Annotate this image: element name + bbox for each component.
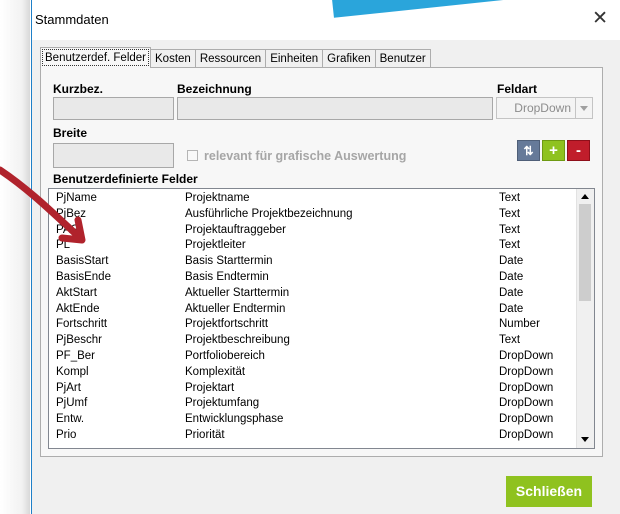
list-item[interactable]: Prio Priorität DropDown (49, 429, 577, 441)
field-description: Entwicklungsphase (185, 413, 284, 426)
field-description: Projektauftraggeber (185, 223, 287, 236)
field-type: DropDown (499, 381, 554, 394)
window-title: Stammdaten (35, 12, 109, 27)
field-type: Date (499, 286, 524, 299)
add-field-button[interactable]: + (542, 140, 565, 161)
field-type: Text (499, 223, 521, 236)
tab-benutzer[interactable]: Benutzer (374, 49, 431, 68)
field-description: Komplexität (185, 365, 246, 378)
field-shortname: AktEnde (56, 302, 100, 315)
tab-grafiken[interactable]: Grafiken (322, 49, 376, 68)
list-item[interactable]: AktEnde Aktueller Endtermin Date (49, 303, 577, 315)
feldart-value: DropDown (514, 101, 571, 115)
field-shortname: Kompl (56, 365, 89, 378)
tab-einheiten[interactable]: Einheiten (265, 49, 324, 68)
field-description: Projektbeschreibung (185, 334, 290, 347)
tab-benutzerdef-felder[interactable]: Benutzerdef. Felder (40, 47, 152, 68)
field-type: Date (499, 255, 524, 268)
tab-kosten[interactable]: Kosten (150, 49, 196, 68)
field-shortname: PjUmf (56, 397, 88, 410)
field-shortname: Fortschritt (56, 318, 108, 331)
chevron-down-icon[interactable] (575, 98, 592, 118)
sort-button[interactable]: ⇅ (517, 140, 540, 161)
field-shortname: BasisEnde (56, 271, 111, 283)
list-item[interactable]: PjUmf Projektumfang DropDown (49, 397, 577, 409)
feldart-label: Feldart (497, 82, 538, 96)
list-item[interactable]: Entw. Entwicklungsphase DropDown (49, 413, 577, 425)
field-description: Portfoliobereich (185, 350, 265, 362)
stammdaten-dialog: Stammdaten ✕ Benutzerdef. Felder Kosten … (31, 0, 620, 514)
field-type: Date (499, 271, 524, 283)
field-shortname: Prio (56, 429, 77, 441)
field-description: Aktueller Starttermin (185, 286, 290, 299)
field-description: Projektfortschritt (185, 318, 269, 331)
tab-panel: Kurzbez. Bezeichnung Feldart DropDown Br… (40, 67, 603, 457)
field-shortname: AktStart (56, 286, 97, 299)
list-item[interactable]: PF_Ber Portfoliobereich DropDown (49, 350, 577, 362)
title-bar: Stammdaten ✕ (32, 0, 620, 40)
list-item[interactable]: AktStart Aktueller Starttermin Date (49, 287, 577, 299)
field-type: DropDown (499, 365, 554, 378)
list-item[interactable]: BasisEnde Basis Endtermin Date (49, 271, 577, 283)
schliessen-button[interactable]: Schließen (506, 476, 592, 507)
tab-ressourcen[interactable]: Ressourcen (194, 49, 267, 68)
feldart-select[interactable]: DropDown (496, 97, 593, 119)
kurzbez-label: Kurzbez. (53, 82, 104, 96)
field-shortname: PF_Ber (56, 350, 95, 362)
scroll-down-icon[interactable] (581, 437, 589, 442)
list-item[interactable]: Kompl Komplexität DropDown (49, 366, 577, 378)
field-description: Ausführliche Projektbezeichnung (185, 207, 353, 220)
field-type: DropDown (499, 429, 554, 441)
field-description: Basis Endtermin (185, 271, 269, 283)
relevant-checkbox[interactable] (187, 150, 198, 161)
list-item[interactable]: PAG Projektauftraggeber Text (49, 224, 577, 236)
field-description: Basis Starttermin (185, 255, 273, 268)
bezeichnung-field[interactable] (177, 97, 493, 120)
field-shortname: PjArt (56, 381, 81, 394)
field-description: Aktueller Endtermin (185, 302, 286, 315)
pointer-arrow-icon (0, 166, 86, 244)
field-shortname: Entw. (56, 413, 85, 426)
field-shortname: PjBeschr (56, 334, 103, 347)
field-type: Date (499, 302, 524, 315)
field-type: Text (499, 207, 521, 220)
field-type: DropDown (499, 413, 554, 426)
field-type: Number (499, 318, 540, 331)
field-type: Text (499, 192, 521, 204)
field-description: Projektleiter (185, 239, 246, 252)
field-description: Priorität (185, 429, 225, 441)
field-type: Text (499, 239, 521, 252)
list-item[interactable]: PjName Projektname Text (49, 192, 577, 204)
kurzbez-field[interactable] (53, 97, 174, 120)
list-item[interactable]: PL Projektleiter Text (49, 239, 577, 251)
list-item[interactable]: Fortschritt Projektfortschritt Number (49, 318, 577, 330)
scroll-thumb[interactable] (579, 204, 591, 301)
tab-strip: Benutzerdef. Felder Kosten Ressourcen Ei… (40, 47, 431, 68)
remove-field-button[interactable]: - (567, 140, 590, 161)
custom-fields-list[interactable]: PjName Projektname Text PjBez Ausführliche P… (48, 188, 595, 449)
breite-label: Breite (53, 126, 88, 140)
scroll-up-icon[interactable] (581, 194, 589, 199)
bezeichnung-label: Bezeichnung (177, 82, 252, 96)
field-description: Projektname (185, 192, 250, 204)
list-item[interactable]: PjBeschr Projektbeschreibung Text (49, 334, 577, 346)
list-item[interactable]: PjBez Ausführliche Projektbezeichnung Text (49, 208, 577, 220)
field-type: Text (499, 334, 521, 347)
list-item[interactable]: BasisStart Basis Starttermin Date (49, 255, 577, 267)
field-type: DropDown (499, 397, 554, 410)
field-description: Projektumfang (185, 397, 260, 410)
close-icon[interactable]: ✕ (592, 9, 608, 29)
field-description: Projektart (185, 381, 235, 394)
vertical-scrollbar[interactable] (576, 189, 594, 448)
relevant-checkbox-label: relevant für grafische Auswertung (204, 149, 407, 163)
list-item[interactable]: PjArt Projektart DropDown (49, 382, 577, 394)
field-type: DropDown (499, 350, 554, 362)
